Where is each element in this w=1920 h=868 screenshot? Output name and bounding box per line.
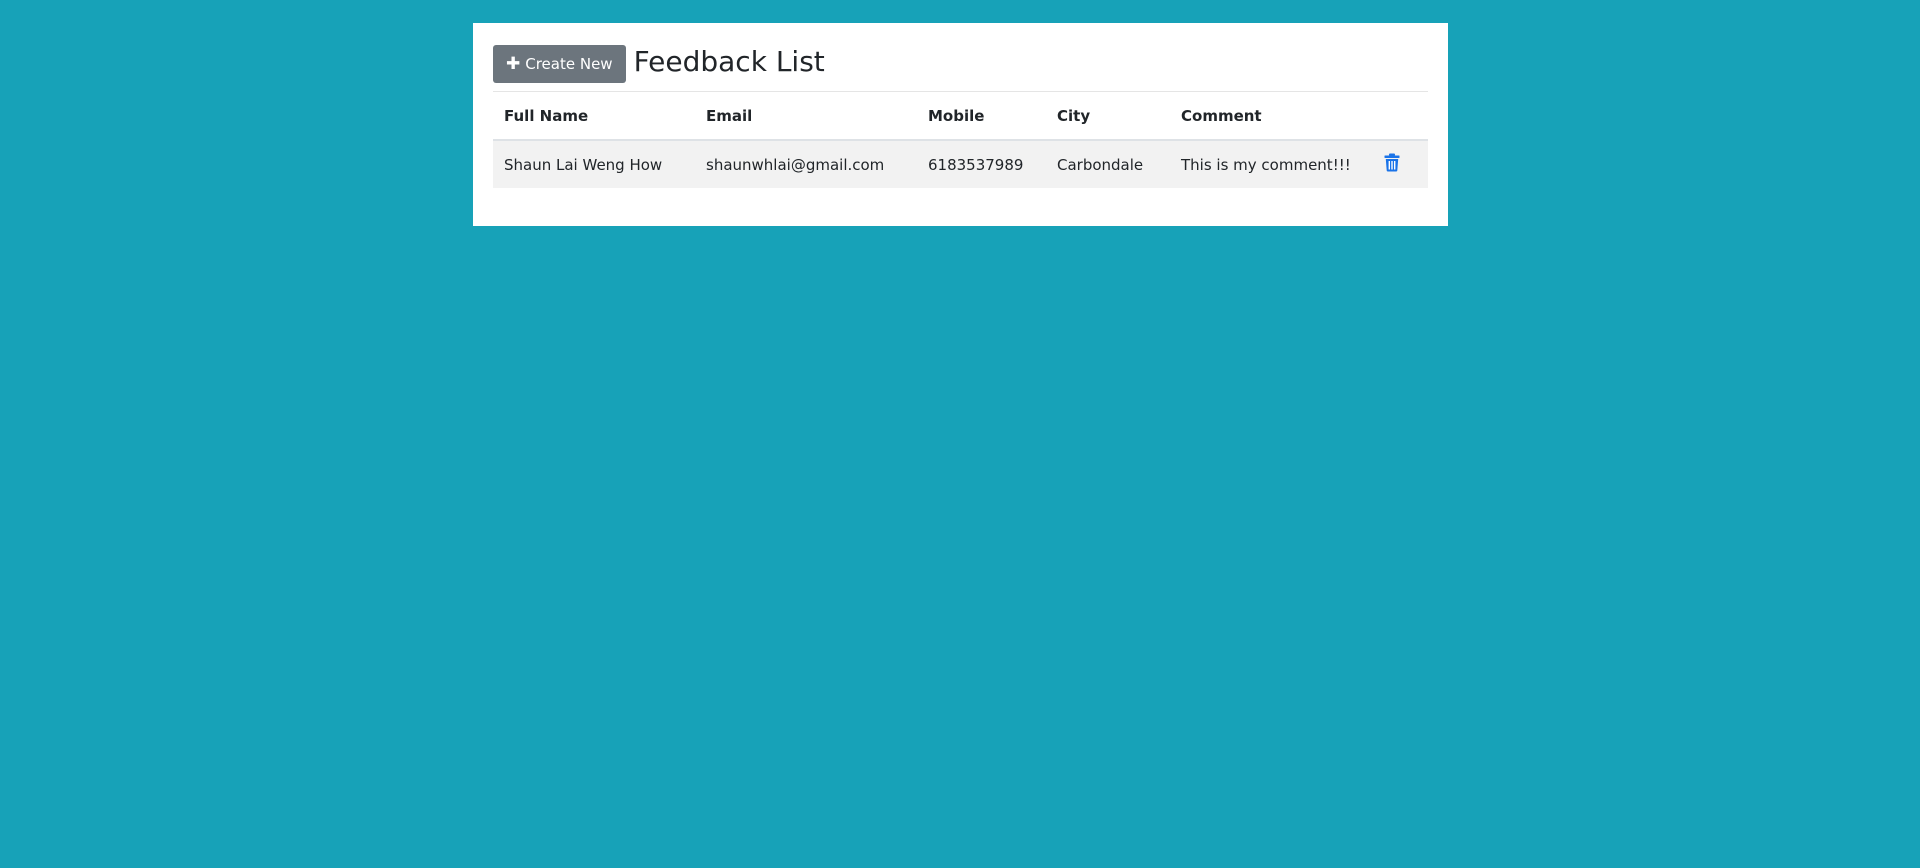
create-new-label: Create New xyxy=(525,55,613,73)
table-header-row: Full Name Email Mobile City Comment xyxy=(493,92,1428,141)
column-header-mobile: Mobile xyxy=(917,92,1046,141)
column-header-email: Email xyxy=(695,92,917,141)
plus-icon: ✚ xyxy=(506,53,521,74)
feedback-table: Full Name Email Mobile City Comment Shau… xyxy=(493,92,1428,188)
create-new-button[interactable]: ✚ Create New xyxy=(493,45,626,83)
column-header-comment: Comment xyxy=(1170,92,1373,141)
page-title: Feedback List xyxy=(633,45,825,78)
trash-icon[interactable] xyxy=(1384,153,1400,176)
cell-actions xyxy=(1373,140,1428,188)
cell-full-name: Shaun Lai Weng How xyxy=(493,140,695,188)
cell-city: Carbondale xyxy=(1046,140,1170,188)
column-header-full-name: Full Name xyxy=(493,92,695,141)
cell-mobile: 6183537989 xyxy=(917,140,1046,188)
feedback-card: ✚ Create New Feedback List Full Name Ema… xyxy=(473,23,1448,226)
table-row[interactable]: Shaun Lai Weng How shaunwhlai@gmail.com … xyxy=(493,140,1428,188)
cell-comment: This is my comment!!! xyxy=(1170,140,1373,188)
column-header-city: City xyxy=(1046,92,1170,141)
card-header: ✚ Create New Feedback List xyxy=(493,45,1428,83)
column-header-actions xyxy=(1373,92,1428,141)
cell-email: shaunwhlai@gmail.com xyxy=(695,140,917,188)
